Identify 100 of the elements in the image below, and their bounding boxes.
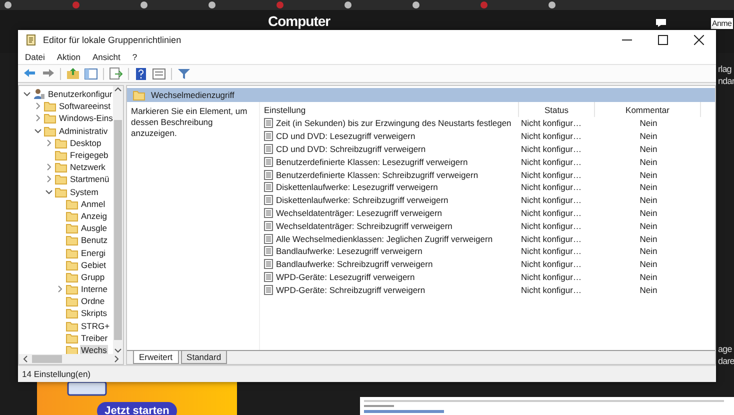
table-cell-text: Nicht konfigur… bbox=[520, 234, 582, 244]
side-text: dare bbox=[718, 356, 734, 366]
setting-icon bbox=[264, 182, 273, 192]
chat-icon[interactable] bbox=[655, 18, 668, 28]
collapsed-chevron-icon[interactable] bbox=[56, 285, 64, 294]
tree-item[interactable]: Softwareeinst bbox=[19, 100, 113, 112]
folder-icon bbox=[55, 186, 67, 198]
favicon-icon[interactable] bbox=[344, 1, 352, 9]
table-cell: Zeit (in Sekunden) bis zur Erzwingung des Neustarts festlegen bbox=[276, 118, 512, 128]
tree-item[interactable]: Treiber bbox=[19, 332, 113, 344]
column-header[interactable]: Kommentar bbox=[595, 102, 701, 117]
folder-icon bbox=[66, 222, 78, 234]
collapsed-chevron-icon[interactable] bbox=[45, 138, 53, 147]
tree-item[interactable]: Skripts bbox=[19, 307, 113, 320]
header-button[interactable]: Anme bbox=[711, 18, 733, 29]
tree-item[interactable]: Gebiet bbox=[19, 258, 113, 271]
expanded-chevron-icon[interactable] bbox=[34, 126, 42, 135]
folder-icon bbox=[66, 332, 78, 344]
expanded-chevron-icon[interactable] bbox=[45, 188, 53, 196]
tree-item[interactable]: Energi bbox=[19, 246, 113, 259]
scrollbar-thumb[interactable] bbox=[32, 355, 62, 363]
tree-item[interactable]: Anzeig bbox=[19, 210, 113, 222]
table-cell-text: Nicht konfigur… bbox=[520, 246, 582, 256]
folder-icon bbox=[55, 136, 67, 149]
table-cell: Benutzerdefinierte Klassen: Schreibzugriff verweigern bbox=[276, 170, 478, 180]
column-header[interactable]: Einstellung bbox=[264, 102, 519, 117]
tree-item[interactable]: Anmel bbox=[19, 198, 113, 210]
tree-item[interactable]: Administrativ bbox=[19, 124, 113, 137]
tree-item[interactable]: Interne bbox=[19, 283, 113, 296]
favicon-icon[interactable] bbox=[140, 1, 148, 9]
favicon-icon[interactable] bbox=[208, 1, 216, 9]
filter-icon[interactable] bbox=[177, 66, 191, 80]
table-cell-text: Nicht konfigur… bbox=[520, 131, 582, 142]
tree-item[interactable]: Ordne bbox=[19, 295, 113, 308]
tree-item[interactable]: STRG+ bbox=[19, 320, 113, 332]
properties-icon[interactable] bbox=[152, 66, 166, 80]
tree-item[interactable]: Freigegeb bbox=[19, 148, 113, 162]
table-cell-text: Nein bbox=[638, 259, 658, 270]
folder-icon bbox=[66, 320, 78, 332]
tree-item[interactable]: Grupp bbox=[19, 270, 113, 283]
folder-icon bbox=[66, 283, 78, 296]
table-cell: WPD-Geräte: Schreibzugriff verweigern bbox=[276, 284, 426, 295]
table-cell: Diskettenlaufwerke: Schreibzugriff verweigern bbox=[276, 195, 448, 206]
table-cell-text: Nicht konfigur… bbox=[520, 220, 582, 231]
start-button[interactable]: Jetzt starten bbox=[96, 402, 178, 415]
side-text: rlag bbox=[718, 64, 732, 74]
table-cell-text: Nein bbox=[638, 284, 658, 295]
tree-item[interactable]: Startmenü bbox=[19, 173, 113, 186]
favicon-icon[interactable] bbox=[548, 1, 556, 9]
close-icon[interactable] bbox=[694, 35, 704, 45]
column-header[interactable]: Status bbox=[519, 102, 595, 117]
panel-icon[interactable] bbox=[84, 66, 98, 80]
favicon-icon[interactable] bbox=[4, 1, 12, 9]
tree-item[interactable]: Ausgle bbox=[19, 222, 113, 234]
tree-item[interactable]: Desktop bbox=[19, 136, 113, 149]
folder-up-icon[interactable] bbox=[66, 66, 80, 80]
setting-icon bbox=[264, 284, 273, 295]
view-tab[interactable]: Erweitert bbox=[133, 351, 179, 364]
help-icon[interactable] bbox=[134, 66, 148, 80]
scroll-left-icon[interactable] bbox=[22, 355, 28, 363]
menu-item[interactable]: Datei bbox=[25, 52, 45, 62]
folder-icon bbox=[55, 173, 67, 186]
menu-item[interactable]: Ansicht bbox=[92, 52, 120, 62]
tree-item[interactable]: Windows-Eins bbox=[19, 112, 113, 125]
folder-icon bbox=[44, 124, 56, 137]
horizontal-scrollbar[interactable] bbox=[19, 354, 123, 364]
table-cell: CD und DVD: Lesezugriff verweigern bbox=[276, 131, 416, 142]
scrollbar-thumb[interactable] bbox=[114, 120, 122, 340]
table-cell-text: Nicht konfigur… bbox=[520, 182, 582, 192]
scroll-down-icon[interactable] bbox=[114, 348, 122, 354]
table-cell: Bandlaufwerke: Schreibzugriff verweigern bbox=[276, 259, 433, 270]
folder-icon bbox=[66, 307, 78, 320]
setting-icon bbox=[264, 259, 273, 270]
status-text: 14 Einstellung(en) bbox=[22, 369, 91, 379]
menu-item[interactable]: Aktion bbox=[56, 52, 80, 62]
table-cell-text: Nicht konfigur… bbox=[520, 170, 582, 180]
table-cell: CD und DVD: Schreibzugriff verweigern bbox=[276, 144, 426, 154]
menu-item[interactable]: ? bbox=[132, 52, 138, 62]
tree-item[interactable]: Netzwerk bbox=[19, 161, 113, 174]
site-logo[interactable]: Computer bbox=[268, 13, 330, 29]
scroll-right-icon[interactable] bbox=[114, 355, 120, 363]
setting-icon bbox=[264, 170, 273, 180]
vertical-scrollbar[interactable] bbox=[113, 86, 123, 354]
tree-item[interactable]: Benutzerkonfigur bbox=[19, 88, 113, 100]
favicon-icon[interactable] bbox=[412, 1, 420, 9]
export-icon[interactable] bbox=[109, 66, 123, 80]
table-cell: Diskettenlaufwerke: Lesezugriff verweigern bbox=[276, 182, 438, 192]
tree-item[interactable]: System bbox=[19, 186, 113, 198]
pane-title: Wechselmedienzugriff bbox=[151, 90, 234, 100]
maximize-icon[interactable] bbox=[658, 35, 668, 45]
setting-icon bbox=[264, 208, 273, 218]
table-cell-text: Nicht konfigur… bbox=[520, 195, 582, 206]
table-cell-text: Nicht konfigur… bbox=[520, 259, 582, 270]
view-tab[interactable]: Standard bbox=[180, 351, 228, 364]
tree-item[interactable]: Benutz bbox=[19, 234, 113, 246]
table-cell-text: Nicht konfigur… bbox=[520, 118, 582, 128]
table-cell: Bandlaufwerke: Lesezugriff verweigern bbox=[276, 246, 422, 256]
setting-icon bbox=[264, 118, 273, 128]
expanded-chevron-icon[interactable] bbox=[23, 90, 31, 98]
scroll-up-icon[interactable] bbox=[114, 86, 122, 92]
